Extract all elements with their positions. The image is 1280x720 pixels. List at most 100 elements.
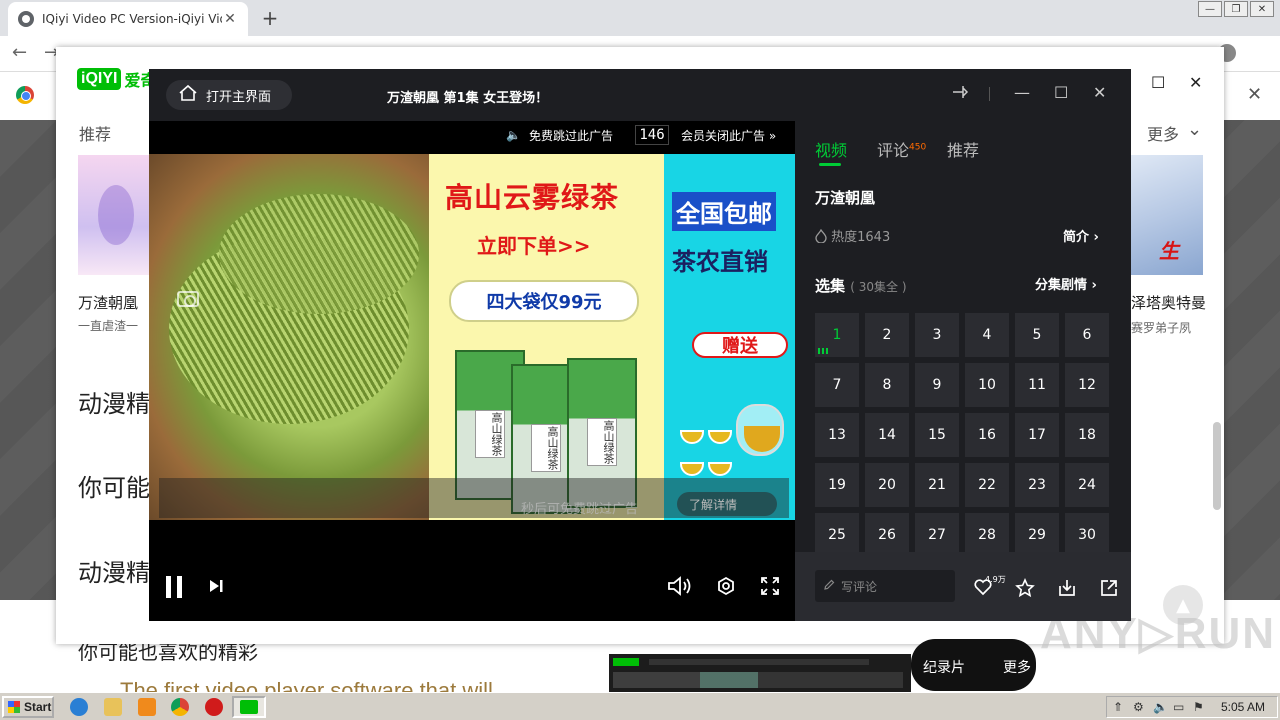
fullscreen-icon[interactable] (760, 576, 780, 600)
episode-button[interactable]: 23 (1015, 463, 1059, 507)
ie-icon[interactable] (70, 698, 88, 716)
network-icon[interactable]: ⚙ (1133, 700, 1144, 714)
ad-countdown: 146 (635, 125, 669, 145)
episode-button[interactable]: 29 (1015, 513, 1059, 553)
episode-button[interactable]: 6 (1065, 313, 1109, 357)
tab-comments[interactable]: 评论450 (877, 137, 926, 161)
ad-creative[interactable]: 高山云雾绿茶 立即下单>> 四大袋仅99元 高山绿茶 高山绿茶 高山绿茶 全国包… (149, 154, 795, 520)
episode-button[interactable]: 14 (865, 413, 909, 457)
speaker-icon: 🔈 (506, 128, 521, 142)
folder-icon[interactable] (104, 698, 122, 716)
episode-button[interactable]: 8 (865, 363, 909, 407)
chrome-icon (16, 86, 34, 104)
browser-window-controls: — ❐ ✕ (1196, 1, 1274, 17)
browser-tab[interactable]: IQiyi Video PC Version-iQiyi Video Of ✕ (8, 2, 248, 36)
player-close-button[interactable]: ✕ (1093, 83, 1106, 102)
display-icon[interactable]: ▭ (1173, 700, 1184, 714)
opera-icon[interactable] (205, 698, 223, 716)
ad-skip-button[interactable]: 🔈 免费跳过此广告 (498, 125, 621, 145)
poster-left[interactable] (78, 155, 150, 275)
taskbar: Start ⇑ ⚙ 🔈 ▭ ⚑ 5:05 AM (0, 692, 1280, 720)
camera-icon[interactable] (177, 291, 199, 307)
episode-button[interactable]: 27 (915, 513, 959, 553)
episode-button[interactable]: 15 (915, 413, 959, 457)
video-area[interactable]: 高山云雾绿茶 立即下单>> 四大袋仅99元 高山绿茶 高山绿茶 高山绿茶 全国包… (149, 121, 795, 621)
poster-right[interactable]: 生 (1131, 155, 1203, 275)
card-title-right[interactable]: 泽塔奥特曼 (1131, 292, 1206, 313)
tab-active-indicator (819, 163, 841, 166)
chevron-down-icon[interactable]: ⌄ (1187, 119, 1202, 140)
bookmarks-close-button[interactable]: ✕ (1247, 84, 1262, 105)
episode-button[interactable]: 1 (815, 313, 859, 357)
comment-input[interactable]: 写评论 (815, 570, 955, 602)
ad-direct-sale: 茶农直销 (672, 248, 768, 276)
ad-learn-more-button[interactable]: 了解详情 (677, 492, 777, 516)
episode-button[interactable]: 22 (965, 463, 1009, 507)
episode-button[interactable]: 3 (915, 313, 959, 357)
episode-button[interactable]: 25 (815, 513, 859, 553)
episode-button[interactable]: 20 (865, 463, 909, 507)
volume-tray-icon[interactable]: 🔈 (1153, 700, 1168, 714)
vip-close-ad-button[interactable]: 会员关闭此广告 » (675, 125, 783, 145)
card-title-left[interactable]: 万渣朝凰 (78, 292, 138, 313)
tab-close-button[interactable]: ✕ (222, 11, 238, 27)
new-tab-button[interactable]: + (258, 6, 282, 30)
next-episode-icon[interactable] (207, 577, 225, 599)
star-icon[interactable] (1015, 578, 1035, 603)
pause-icon[interactable] (166, 576, 184, 598)
settings-icon[interactable] (716, 576, 736, 600)
nav-more[interactable]: 更多 (1147, 121, 1179, 145)
intro-link[interactable]: 简介 › (1063, 226, 1099, 245)
download-icon[interactable] (1057, 578, 1077, 603)
episode-button[interactable]: 21 (915, 463, 959, 507)
tray-expand-icon[interactable]: ⇑ (1113, 700, 1123, 714)
episode-button[interactable]: 7 (815, 363, 859, 407)
open-main-button[interactable]: 打开主界面 (166, 80, 292, 110)
episode-button[interactable]: 24 (1065, 463, 1109, 507)
episode-button[interactable]: 17 (1015, 413, 1059, 457)
episode-button[interactable]: 12 (1065, 363, 1109, 407)
episode-button[interactable]: 11 (1015, 363, 1059, 407)
volume-icon[interactable] (666, 575, 692, 601)
player-maximize-button[interactable]: ☐ (1054, 83, 1068, 102)
episode-button[interactable]: 16 (965, 413, 1009, 457)
episode-plot-link[interactable]: 分集剧情 › (1035, 274, 1097, 293)
nav-recommend[interactable]: 推荐 (79, 121, 111, 145)
playing-indicator-icon (818, 348, 828, 354)
tab-video[interactable]: 视频 (815, 137, 847, 161)
episode-button[interactable]: 10 (965, 363, 1009, 407)
iqiyi-logo[interactable]: iQIYI 爱奇 (77, 67, 156, 91)
episode-button[interactable]: 4 (965, 313, 1009, 357)
main-maximize-button[interactable]: ☐ (1151, 73, 1165, 92)
main-close-button[interactable]: ✕ (1189, 73, 1202, 92)
browser-restore-button[interactable]: ❐ (1224, 1, 1248, 17)
heat-index: 热度1643 (815, 226, 890, 245)
pill-more[interactable]: 更多 (1003, 657, 1031, 677)
player-title: 万渣朝凰 第1集 女王登场！ (387, 91, 549, 106)
episode-button[interactable]: 2 (865, 313, 909, 357)
show-title: 万渣朝凰 (815, 189, 876, 207)
page-scrollbar-thumb[interactable] (1213, 422, 1221, 510)
browser-close-button[interactable]: ✕ (1250, 1, 1274, 17)
flag-icon[interactable]: ⚑ (1193, 700, 1204, 714)
episode-button[interactable]: 30 (1065, 513, 1109, 553)
episode-button[interactable]: 5 (1015, 313, 1059, 357)
episode-button[interactable]: 13 (815, 413, 859, 457)
episode-button[interactable]: 18 (1065, 413, 1109, 457)
media-player-icon[interactable] (138, 698, 156, 716)
episode-button[interactable]: 19 (815, 463, 859, 507)
ad-skip-note: 秒后可免费跳过广告 (521, 502, 639, 517)
episode-button[interactable]: 28 (965, 513, 1009, 553)
episode-button[interactable]: 26 (865, 513, 909, 553)
pill-documentary[interactable]: 纪录片 (923, 657, 965, 677)
share-icon[interactable] (1099, 578, 1119, 603)
episode-button[interactable]: 9 (915, 363, 959, 407)
pin-icon[interactable] (949, 83, 969, 105)
back-button[interactable]: ← (12, 42, 27, 63)
browser-minimize-button[interactable]: — (1198, 1, 1222, 17)
iqiyi-taskbar-button[interactable] (232, 696, 266, 718)
chrome-taskbar-icon[interactable] (171, 698, 189, 716)
start-button[interactable]: Start (2, 696, 54, 718)
tab-recommend[interactable]: 推荐 (947, 137, 979, 161)
player-minimize-button[interactable]: — (1014, 83, 1030, 102)
